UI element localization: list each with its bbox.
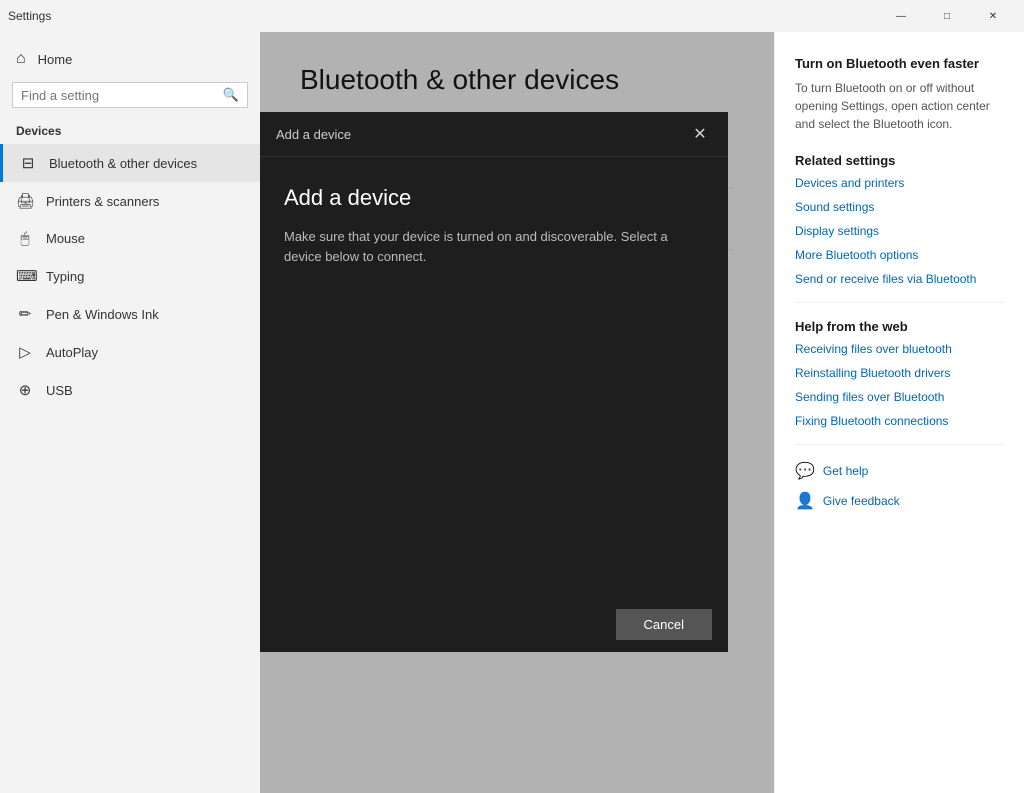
mouse-icon: 🖱 [16,230,34,247]
give-feedback-icon: 👤 [795,491,815,511]
sidebar-item-usb[interactable]: ⊕ USB [0,371,260,409]
give-feedback-item[interactable]: 👤 Give feedback [795,491,1004,511]
sidebar-item-mouse-label: Mouse [46,231,85,246]
home-icon: ⌂ [16,50,26,68]
help-link-3[interactable]: Fixing Bluetooth connections [795,414,1004,428]
right-panel: Turn on Bluetooth even faster To turn Bl… [774,32,1024,793]
sidebar-item-pen[interactable]: ✏ Pen & Windows Ink [0,295,260,333]
title-bar: Settings — □ ✕ [0,0,1024,32]
modal-close-button[interactable]: ✕ [688,122,712,146]
search-input[interactable] [21,88,217,103]
get-help-item[interactable]: 💬 Get help [795,461,1004,481]
sidebar: ⌂ Home 🔍 Devices ⊟ Bluetooth & other dev… [0,32,260,793]
modal-body: Add a device Make sure that your device … [260,157,728,597]
bluetooth-tip-desc: To turn Bluetooth on or off without open… [795,79,1004,133]
modal-cancel-button[interactable]: Cancel [616,609,712,640]
related-link-4[interactable]: Send or receive files via Bluetooth [795,272,1004,286]
search-icon: 🔍 [223,87,239,103]
sidebar-item-bluetooth-label: Bluetooth & other devices [49,156,197,171]
typing-icon: ⌨ [16,267,34,285]
sidebar-item-bluetooth[interactable]: ⊟ Bluetooth & other devices [0,144,260,182]
get-help-label: Get help [823,464,868,478]
help-link-0[interactable]: Receiving files over bluetooth [795,342,1004,356]
sidebar-item-mouse[interactable]: 🖱 Mouse [0,220,260,257]
related-link-1[interactable]: Sound settings [795,200,1004,214]
bluetooth-tip-title: Turn on Bluetooth even faster [795,56,1004,71]
minimize-button[interactable]: — [878,0,924,32]
pen-icon: ✏ [16,305,34,323]
panel-divider-1 [795,302,1004,303]
modal-title-text: Add a device [276,127,351,142]
sidebar-item-home[interactable]: ⌂ Home [0,40,260,78]
autoplay-icon: ▷ [16,343,34,361]
sidebar-item-usb-label: USB [46,383,73,398]
usb-icon: ⊕ [16,381,34,399]
sidebar-item-typing-label: Typing [46,269,84,284]
app-body: ⌂ Home 🔍 Devices ⊟ Bluetooth & other dev… [0,32,1024,793]
modal-overlay: Add a device ✕ Add a device Make sure th… [260,32,774,793]
printers-icon: 🖨 [16,192,34,210]
sidebar-item-autoplay-label: AutoPlay [46,345,98,360]
sidebar-item-typing[interactable]: ⌨ Typing [0,257,260,295]
help-title: Help from the web [795,319,1004,334]
modal-heading: Add a device [284,185,704,211]
window-controls: — □ ✕ [878,0,1016,32]
help-link-2[interactable]: Sending files over Bluetooth [795,390,1004,404]
sidebar-item-pen-label: Pen & Windows Ink [46,307,159,322]
app-title: Settings [8,9,51,23]
sidebar-item-printers[interactable]: 🖨 Printers & scanners [0,182,260,220]
modal-description: Make sure that your device is turned on … [284,227,704,266]
devices-section-label: Devices [0,120,260,144]
sidebar-item-printers-label: Printers & scanners [46,194,159,209]
search-container: 🔍 [12,82,248,108]
get-help-icon: 💬 [795,461,815,481]
modal-footer: Cancel [260,597,728,652]
related-link-0[interactable]: Devices and printers [795,176,1004,190]
main-content: Bluetooth & other devices + Add Bluetoot… [260,32,774,793]
give-feedback-label: Give feedback [823,494,900,508]
help-link-1[interactable]: Reinstalling Bluetooth drivers [795,366,1004,380]
related-link-3[interactable]: More Bluetooth options [795,248,1004,262]
close-button[interactable]: ✕ [970,0,1016,32]
panel-divider-2 [795,444,1004,445]
bluetooth-icon: ⊟ [19,154,37,172]
related-settings-title: Related settings [795,153,1004,168]
related-link-2[interactable]: Display settings [795,224,1004,238]
sidebar-item-autoplay[interactable]: ▷ AutoPlay [0,333,260,371]
maximize-button[interactable]: □ [924,0,970,32]
add-device-modal: Add a device ✕ Add a device Make sure th… [260,112,728,652]
home-label: Home [38,52,73,67]
modal-titlebar: Add a device ✕ [260,112,728,157]
